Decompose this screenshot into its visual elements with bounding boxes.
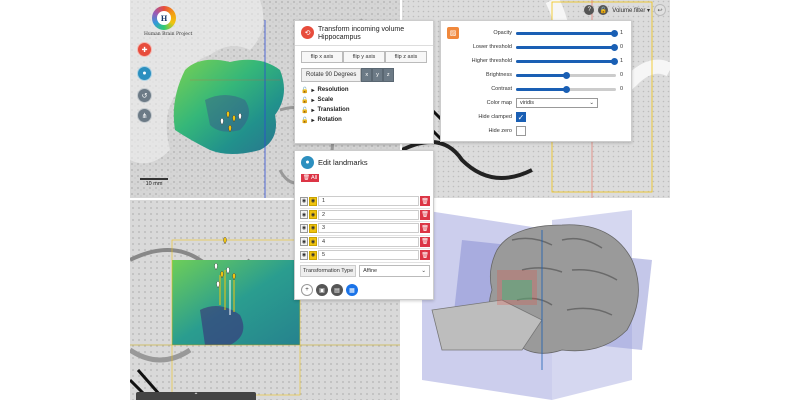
color-map-row: Color map viridis ⌄ bbox=[441, 97, 633, 109]
section-resolution[interactable]: 🔓 ▸ Resolution bbox=[295, 85, 433, 95]
rotate-90-button[interactable]: Rotate 90 Degrees bbox=[301, 68, 362, 82]
volume-filter-dropdown[interactable]: Volume filter ▾ bbox=[612, 7, 650, 14]
trash-icon[interactable]: 🗑 bbox=[420, 196, 430, 207]
landmark-name-field[interactable]: 5 bbox=[318, 250, 419, 261]
brain-icon[interactable]: ✚ bbox=[137, 42, 152, 57]
marker-white-icon[interactable]: ◉ bbox=[300, 210, 308, 220]
landmark-name-field[interactable]: 4 bbox=[318, 236, 419, 247]
transformation-type-label: Transformation Type bbox=[300, 265, 357, 277]
share-icon[interactable]: ⋔ bbox=[137, 108, 152, 123]
trash-icon[interactable]: 🗑 bbox=[420, 209, 430, 220]
contrast-value: 0 bbox=[620, 86, 624, 92]
view-3d[interactable] bbox=[402, 200, 670, 400]
chevron-down-icon: ⌄ bbox=[589, 100, 594, 106]
list-item[interactable]: ◉ ◉ 4 🗑 bbox=[300, 236, 430, 249]
higher-threshold-row: Higher threshold 1 bbox=[441, 55, 633, 67]
contrast-row: Contrast 0 bbox=[441, 83, 633, 95]
landmarks-panel: ● Edit landmarks 🗑 All ◉ ◉ 1 🗑 ◉ ◉ 2 🗑 ◉… bbox=[294, 150, 434, 300]
logo-text: Human Brain Project bbox=[144, 32, 193, 37]
brightness-slider[interactable] bbox=[516, 71, 616, 79]
marker-white-icon[interactable]: ◉ bbox=[300, 223, 308, 233]
flip-z-button[interactable]: flip z axis bbox=[385, 51, 427, 63]
trash-icon[interactable]: 🗑 bbox=[420, 223, 430, 234]
marker-white-icon[interactable]: ◉ bbox=[300, 250, 308, 260]
marker-yellow-icon[interactable]: ◉ bbox=[309, 196, 317, 206]
list-item[interactable]: ◉ ◉ 3 🗑 bbox=[300, 222, 430, 236]
transform-title: Transform incoming volume Hippocampus bbox=[318, 26, 405, 41]
lower-threshold-label: Lower threshold bbox=[472, 44, 512, 50]
add-icon[interactable]: + bbox=[301, 284, 313, 296]
color-map-label: Color map bbox=[486, 100, 512, 106]
higher-threshold-label: Higher threshold bbox=[471, 58, 512, 64]
section-rotation[interactable]: 🔓 ▸ Rotation bbox=[295, 115, 433, 125]
unlock-icon[interactable]: 🔓 bbox=[598, 5, 609, 15]
marker-white-icon[interactable]: ◉ bbox=[300, 237, 308, 247]
chevron-up-icon[interactable]: ⌃ bbox=[136, 392, 256, 400]
display-settings-panel: ▨ Opacity 1 Lower threshold 0 Higher thr… bbox=[440, 20, 632, 142]
hide-clamped-checkbox[interactable]: ✓ bbox=[516, 112, 526, 122]
rotate-axis-x[interactable]: x bbox=[361, 68, 373, 82]
landmark-list: ◉ ◉ 1 🗑 ◉ ◉ 2 🗑 ◉ ◉ 3 🗑 ◉ ◉ 4 🗑 ◉ ◉ 5 🗑 bbox=[300, 195, 430, 263]
lower-threshold-row: Lower threshold 0 bbox=[441, 41, 633, 53]
brain-3d-render bbox=[422, 210, 652, 400]
history-icon[interactable]: ↺ bbox=[137, 88, 152, 103]
marker-yellow-icon[interactable]: ◉ bbox=[309, 237, 317, 247]
exit-icon[interactable]: ↩ bbox=[654, 4, 666, 16]
floppy-icon[interactable]: ▦ bbox=[346, 284, 358, 296]
brightness-row: Brightness 0 bbox=[441, 69, 633, 81]
higher-threshold-slider[interactable] bbox=[516, 57, 618, 65]
landmark-name-field[interactable]: 2 bbox=[318, 209, 419, 220]
transformation-type-select[interactable]: Affine ⌄ bbox=[359, 265, 430, 277]
delete-all-button[interactable]: 🗑 All bbox=[301, 174, 319, 182]
marker-yellow-icon[interactable]: ◉ bbox=[309, 223, 317, 233]
landmarks-title: Edit landmarks bbox=[318, 158, 368, 167]
rotate-axis-y[interactable]: y bbox=[372, 68, 383, 82]
opacity-row: Opacity 1 bbox=[441, 27, 633, 39]
hbp-logo: H Human Brain Project bbox=[144, 6, 193, 37]
unlock-icon[interactable]: 🔓 bbox=[301, 117, 308, 124]
landmark-name-field[interactable]: 1 bbox=[318, 196, 419, 207]
hide-clamped-row: Hide clamped ✓ bbox=[441, 111, 633, 123]
map-marker-icon[interactable]: ● bbox=[137, 66, 152, 81]
lower-threshold-slider[interactable] bbox=[516, 43, 618, 51]
opacity-slider[interactable] bbox=[516, 29, 618, 37]
section-scale[interactable]: 🔓 ▸ Scale bbox=[295, 95, 433, 105]
question-icon[interactable]: ? bbox=[584, 5, 595, 15]
list-item[interactable]: ◉ ◉ 2 🗑 bbox=[300, 209, 430, 222]
transform-panel: ⟲ Transform incoming volume Hippocampus … bbox=[294, 20, 434, 144]
chevron-down-icon: ⌄ bbox=[421, 268, 426, 274]
contrast-label: Contrast bbox=[491, 86, 512, 92]
hide-zero-label: Hide zero bbox=[488, 128, 512, 134]
flip-x-button[interactable]: flip x axis bbox=[301, 51, 343, 63]
brightness-value: 0 bbox=[620, 72, 624, 78]
opacity-label: Opacity bbox=[493, 30, 512, 36]
viewer-stage[interactable]: H Human Brain Project ✚ ● ↺ ⋔ 10 mm ? 🔓 … bbox=[130, 0, 670, 400]
top-bar: ? 🔓 Volume filter ▾ ↩ bbox=[584, 4, 666, 16]
transform-icon: ⟲ bbox=[301, 26, 314, 39]
folder-icon[interactable]: ▤ bbox=[331, 284, 343, 296]
unlock-icon[interactable]: 🔓 bbox=[301, 107, 308, 114]
list-item[interactable]: ◉ ◉ 5 🗑 bbox=[300, 249, 430, 263]
marker-yellow-icon[interactable]: ◉ bbox=[309, 210, 317, 220]
rotate-axis-z[interactable]: z bbox=[382, 68, 394, 82]
contrast-slider[interactable] bbox=[516, 85, 616, 93]
list-item[interactable]: ◉ ◉ 1 🗑 bbox=[300, 195, 430, 209]
hide-zero-row: Hide zero bbox=[441, 125, 633, 137]
unlock-icon[interactable]: 🔓 bbox=[301, 87, 308, 94]
unlock-icon[interactable]: 🔓 bbox=[301, 97, 308, 104]
brightness-label: Brightness bbox=[486, 72, 512, 78]
landmark-name-field[interactable]: 3 bbox=[318, 223, 419, 234]
marker-yellow-icon[interactable]: ◉ bbox=[309, 250, 317, 260]
section-translation[interactable]: 🔓 ▸ Translation bbox=[295, 105, 433, 115]
hide-clamped-label: Hide clamped bbox=[478, 114, 512, 120]
color-map-select[interactable]: viridis ⌄ bbox=[516, 98, 598, 108]
save-icon[interactable]: ▣ bbox=[316, 284, 328, 296]
trash-icon[interactable]: 🗑 bbox=[420, 236, 430, 247]
flip-y-button[interactable]: flip y axis bbox=[343, 51, 385, 63]
scale-bar: 10 mm bbox=[140, 178, 168, 187]
trash-icon[interactable]: 🗑 bbox=[420, 250, 430, 261]
map-marker-icon: ● bbox=[301, 156, 314, 169]
marker-white-icon[interactable]: ◉ bbox=[300, 196, 308, 206]
hide-zero-checkbox[interactable] bbox=[516, 126, 526, 136]
